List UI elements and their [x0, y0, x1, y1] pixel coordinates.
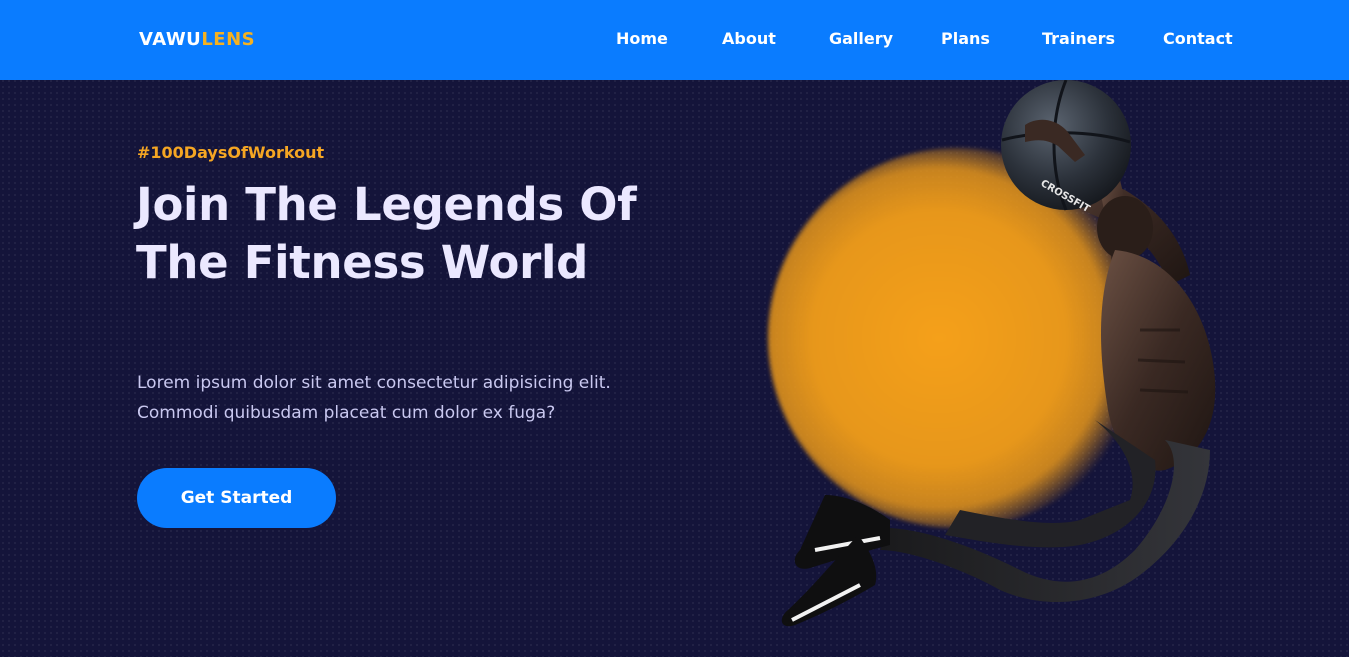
get-started-button[interactable]: Get Started: [137, 468, 336, 528]
navbar: VAWULENS Home About Gallery Plans Traine…: [0, 0, 1349, 80]
nav-link-contact[interactable]: Contact: [1163, 29, 1233, 48]
athlete-with-medicine-ball-image: CROSSFIT: [781, 80, 1216, 627]
nav-link-about[interactable]: About: [722, 29, 776, 48]
hero-visual: CROSSFIT: [740, 80, 1220, 640]
hero-title: Join The Legends Of The Fitness World: [136, 178, 637, 289]
hero-hashtag: #100DaysOfWorkout: [137, 143, 325, 162]
nav-link-home[interactable]: Home: [616, 29, 668, 48]
hero-description: Lorem ipsum dolor sit amet consectetur a…: [137, 373, 611, 423]
nav-menu: Home About Gallery Plans Trainers Contac…: [0, 29, 1349, 51]
nav-link-plans[interactable]: Plans: [941, 29, 990, 48]
nav-link-gallery[interactable]: Gallery: [829, 29, 893, 48]
nav-link-trainers[interactable]: Trainers: [1042, 29, 1115, 48]
